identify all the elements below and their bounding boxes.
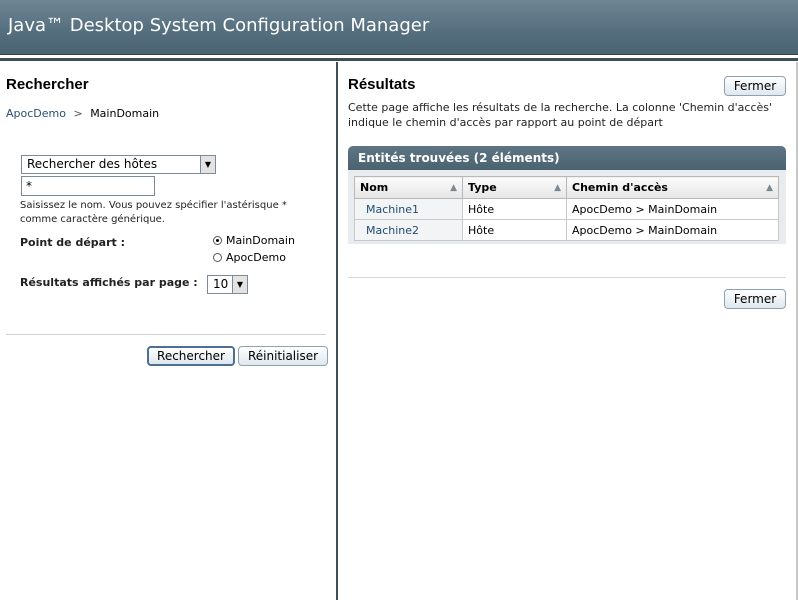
results-table: Nom ▲ Type ▲ Chemin d'accès ▲ Machine1 H… (354, 176, 779, 241)
search-help-text: Saisissez le nom. Vous pouvez spécifier … (20, 200, 287, 225)
radio-label: MainDomain (226, 234, 295, 247)
results-table-container: Entités trouvées (2 éléments) Nom ▲ Type… (348, 146, 786, 244)
column-header-nom[interactable]: Nom ▲ (354, 176, 463, 199)
table-row: Machine2 Hôte ApocDemo > MainDomain (354, 219, 779, 241)
sort-ascending-icon[interactable]: ▲ (766, 183, 773, 193)
per-page-label: Résultats affichés par page : (20, 276, 198, 289)
search-name-input[interactable]: * (21, 176, 155, 196)
cell-path: ApocDemo > MainDomain (566, 198, 779, 220)
cell-name: Machine1 (354, 198, 463, 220)
radio-start-apocdemo[interactable]: ApocDemo (213, 251, 286, 264)
cell-name: Machine2 (354, 219, 463, 241)
results-title: Résultats (348, 76, 416, 93)
breadcrumb: ApocDemo > MainDomain (6, 107, 159, 120)
table-row: Machine1 Hôte ApocDemo > MainDomain (354, 198, 779, 220)
cell-path: ApocDemo > MainDomain (566, 219, 779, 241)
machine-link[interactable]: Machine2 (360, 224, 419, 237)
machine-link[interactable]: Machine1 (360, 203, 419, 216)
results-panel: Résultats Fermer Cette page affiche les … (338, 62, 798, 600)
radio-unselected-icon (213, 253, 222, 262)
radio-label: ApocDemo (226, 251, 286, 264)
start-point-label: Point de départ : (20, 236, 126, 249)
breadcrumb-separator: > (73, 107, 83, 120)
cell-type: Hôte (462, 219, 567, 241)
search-panel: Rechercher ApocDemo > MainDomain Recherc… (0, 62, 336, 600)
radio-start-maindomain[interactable]: MainDomain (213, 234, 295, 247)
column-header-path[interactable]: Chemin d'accès ▲ (566, 176, 779, 199)
chevron-down-icon: ▼ (200, 156, 215, 173)
search-button[interactable]: Rechercher (147, 346, 235, 366)
results-table-title: Entités trouvées (2 éléments) (348, 146, 786, 170)
per-page-value: 10 (213, 277, 229, 291)
reset-button[interactable]: Réinitialiser (238, 346, 328, 366)
results-description: Cette page affiche les résultats de la r… (348, 101, 773, 129)
app-header: Java™ Desktop System Configuration Manag… (0, 0, 798, 55)
sort-ascending-icon[interactable]: ▲ (450, 183, 457, 193)
close-button-top[interactable]: Fermer (724, 76, 786, 96)
results-divider (348, 277, 786, 278)
search-title: Rechercher (6, 76, 89, 93)
close-button-bottom[interactable]: Fermer (724, 289, 786, 309)
app-title: Java™ Desktop System Configuration Manag… (8, 15, 430, 36)
header-strip (0, 55, 798, 61)
table-header-row: Nom ▲ Type ▲ Chemin d'accès ▲ (354, 176, 779, 199)
column-header-type[interactable]: Type ▲ (462, 176, 567, 199)
per-page-select[interactable]: 10 ▼ (207, 275, 248, 294)
section-divider (6, 334, 326, 335)
search-type-select[interactable]: Rechercher des hôtes ▼ (21, 155, 216, 174)
chevron-down-icon: ▼ (232, 276, 247, 293)
sort-ascending-icon[interactable]: ▲ (554, 183, 561, 193)
cell-type: Hôte (462, 198, 567, 220)
breadcrumb-current: MainDomain (90, 107, 160, 120)
radio-selected-icon (213, 236, 222, 245)
search-type-value: Rechercher des hôtes (27, 157, 158, 171)
breadcrumb-root-link[interactable]: ApocDemo (6, 107, 66, 120)
